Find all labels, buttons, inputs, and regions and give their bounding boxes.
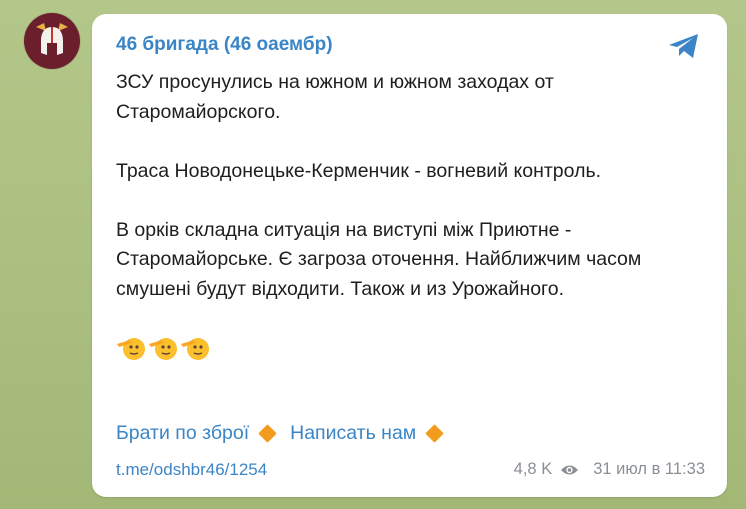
orange-diamond-icon xyxy=(258,424,277,443)
saluting-face-emoji xyxy=(181,337,209,360)
channel-avatar[interactable] xyxy=(24,13,80,69)
write-us-link[interactable]: Написать нам xyxy=(290,422,416,445)
emoji-row xyxy=(116,334,706,362)
message-card: 46 бригада (46 оаембр) ЗСУ просунулись н… xyxy=(92,14,727,497)
saluting-face-emoji xyxy=(149,337,177,360)
saluting-face-emoji xyxy=(117,337,145,360)
join-link[interactable]: Брати по зброї xyxy=(116,422,249,445)
telegram-share-button[interactable] xyxy=(667,32,701,60)
spartan-helmet-icon xyxy=(36,23,68,55)
channel-title[interactable]: 46 бригада (46 оаембр) xyxy=(116,34,333,56)
orange-diamond-icon xyxy=(425,424,444,443)
post-paragraph: ЗСУ просунулись на южном и южном заходах… xyxy=(116,71,554,123)
post-paragraph: В орків складна ситуація на виступі між … xyxy=(116,218,642,300)
post-paragraph: Траса Новодонецьке-Керменчик - вогневий … xyxy=(116,159,602,182)
post-text: ЗСУ просунулись на южном и южном заходах… xyxy=(116,68,706,362)
links-row: Брати по зброї Написать нам xyxy=(116,422,457,445)
post-date: 31 июл в 11:33 xyxy=(593,460,705,478)
post-meta: 4,8 K 31 июл в 11:33 xyxy=(514,460,705,479)
post-link[interactable]: t.me/odshbr46/1254 xyxy=(116,460,267,480)
eye-icon xyxy=(561,465,579,474)
telegram-plane-icon xyxy=(669,34,698,58)
views-count: 4,8 K xyxy=(513,460,553,478)
